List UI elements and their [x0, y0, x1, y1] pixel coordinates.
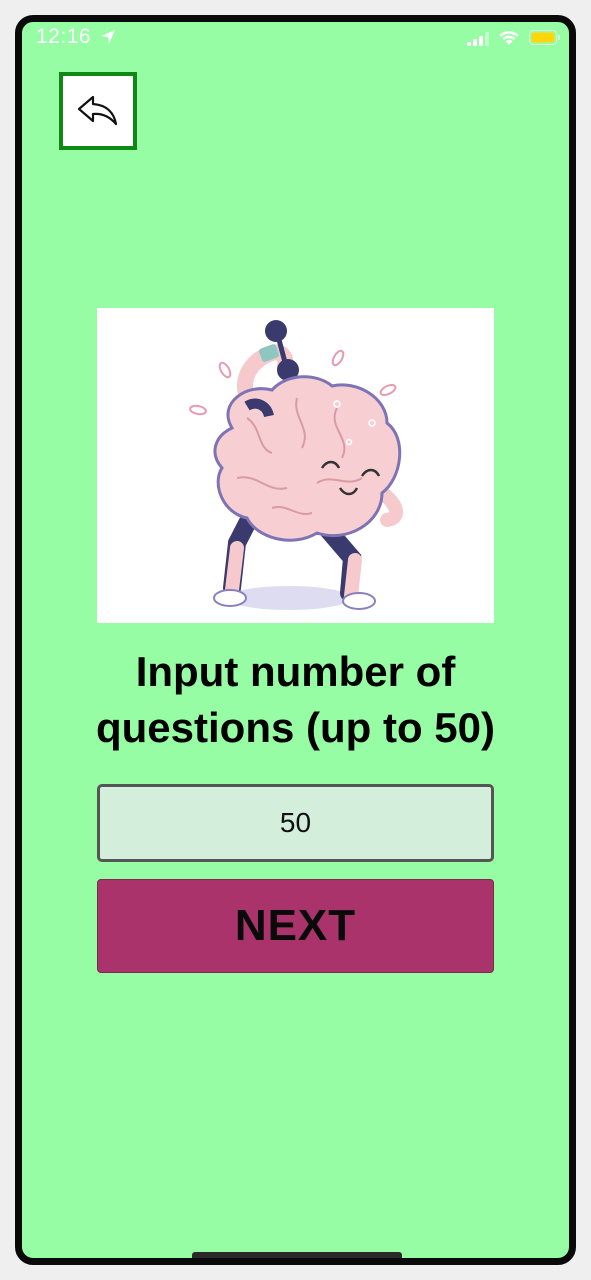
wifi-icon: [499, 31, 519, 45]
back-button[interactable]: [59, 72, 137, 150]
next-button[interactable]: NEXT: [97, 879, 494, 973]
location-arrow-icon: [101, 30, 115, 44]
reply-arrow-icon: [77, 95, 118, 126]
brain-lifting-dumbbell-illustration: [189, 320, 403, 610]
cellular-signal-icon: [467, 32, 489, 46]
battery-icon: [529, 30, 560, 45]
app-screen: 12:16 Input number of questions (up to 5…: [15, 15, 576, 1265]
question-count-input[interactable]: [97, 784, 494, 862]
home-indicator: [192, 1252, 402, 1258]
brain-exercise-illustration: [97, 308, 494, 623]
status-time: 12:16: [36, 25, 92, 48]
status-bar: 12:16: [22, 22, 569, 56]
page-title: Input number of questions (up to 50): [96, 648, 495, 751]
